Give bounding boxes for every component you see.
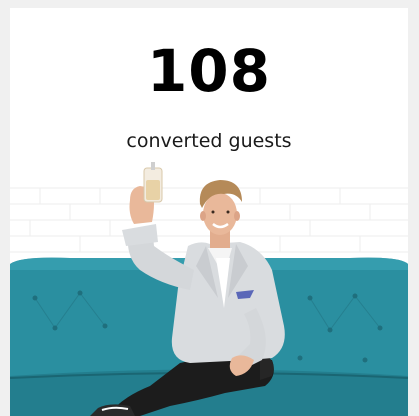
stat-number: 108: [146, 37, 272, 105]
stat-card: 108 converted guests: [10, 8, 408, 416]
stat-label: converted guests: [126, 130, 292, 152]
page-frame: 108 converted guests: [0, 0, 419, 416]
